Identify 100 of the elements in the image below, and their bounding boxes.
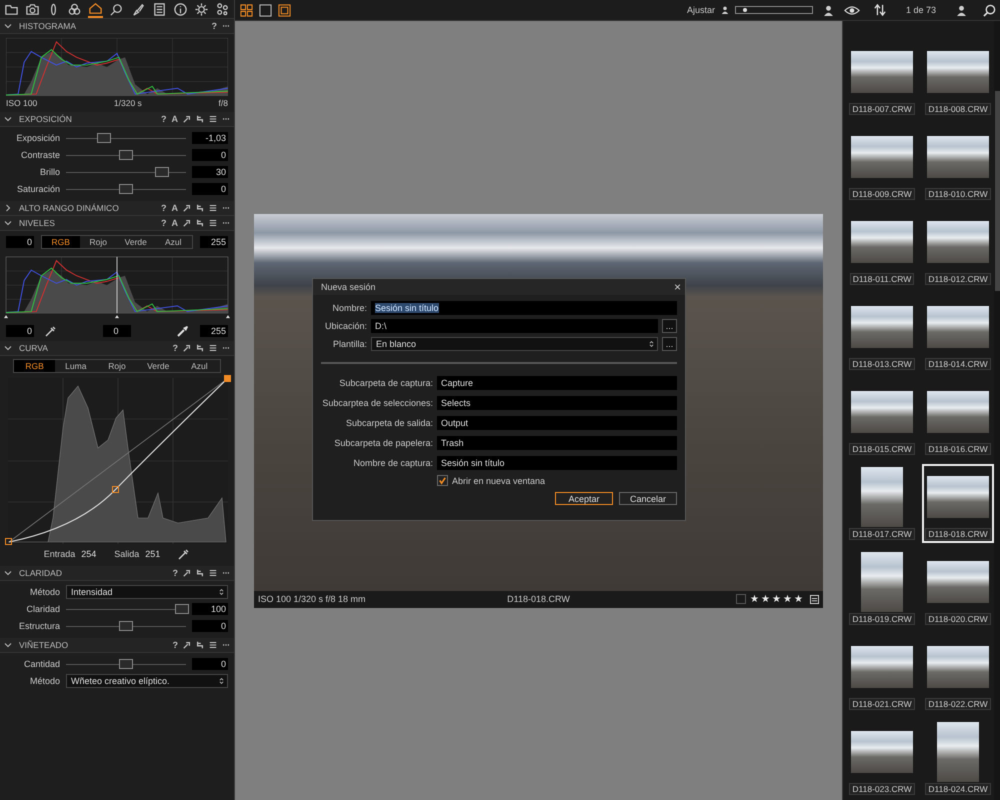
panel-title[interactable]: VIÑETEADO	[19, 640, 172, 650]
thumbnail-cell[interactable]: D118-009.CRW	[846, 124, 918, 203]
template-dropdown[interactable]: En blanco	[371, 337, 658, 351]
value-field[interactable]: 0	[6, 236, 34, 248]
nodes-icon[interactable]	[214, 2, 230, 16]
info-icon[interactable]	[172, 2, 188, 16]
chevron-down-icon[interactable]	[4, 641, 12, 649]
value-field[interactable]: 0	[192, 183, 228, 195]
grid-view-icon[interactable]	[240, 4, 253, 16]
sort-icon[interactable]	[874, 4, 886, 16]
gear-icon[interactable]	[194, 2, 209, 16]
thumbnail-cell[interactable]: D118-010.CRW	[922, 124, 994, 203]
checkbox[interactable]	[437, 475, 448, 486]
thumbnail-cell[interactable]: D118-014.CRW	[922, 294, 994, 373]
person-icon[interactable]	[956, 4, 967, 16]
eye-icon[interactable]	[844, 4, 860, 16]
thumbnail-cell[interactable]: D118-021.CRW	[846, 634, 918, 713]
help-icon[interactable]: ?	[172, 640, 178, 650]
zoom-label[interactable]: Ajustar	[686, 5, 715, 15]
single-view-icon[interactable]	[259, 4, 272, 16]
thumbnail-cell[interactable]: D118-017.CRW	[846, 464, 918, 543]
thumbnail-cell[interactable]: D118-015.CRW	[846, 379, 918, 458]
dropdown[interactable]: Wñeteo creativo elíptico.	[66, 674, 228, 688]
arrow-icon[interactable]	[183, 204, 191, 212]
help-icon[interactable]: ?	[172, 343, 178, 353]
curve-point[interactable]	[112, 486, 119, 493]
value-field[interactable]: 0	[103, 325, 131, 337]
thumbnail-cell[interactable]: D118-020.CRW	[922, 549, 994, 628]
dialog-button[interactable]: Aceptar	[555, 492, 613, 505]
reset-icon[interactable]	[196, 219, 204, 227]
arrow-icon[interactable]	[183, 641, 191, 649]
search-icon[interactable]	[109, 2, 124, 16]
eyedropper-icon[interactable]	[45, 325, 57, 337]
help-icon[interactable]: ?	[161, 218, 166, 228]
value-field[interactable]: -1,03	[192, 132, 228, 144]
thumbnail-cell[interactable]: D118-018.CRW	[922, 464, 994, 543]
arrow-icon[interactable]	[183, 344, 191, 352]
browse-button[interactable]: ...	[662, 337, 677, 351]
chevron-down-icon[interactable]	[4, 344, 12, 352]
value-field[interactable]: 30	[192, 166, 228, 178]
filmstrip-view-icon[interactable]	[278, 4, 291, 16]
star-icon[interactable]: ★	[772, 593, 781, 605]
panel-title[interactable]: HISTOGRAMA	[19, 21, 212, 31]
value-field[interactable]: 0	[192, 149, 228, 161]
arrow-icon[interactable]	[183, 569, 191, 577]
reset-icon[interactable]	[196, 641, 204, 649]
menu-icon[interactable]	[209, 115, 217, 123]
reset-icon[interactable]	[196, 344, 204, 352]
arrow-icon[interactable]	[183, 219, 191, 227]
camera-icon[interactable]	[25, 2, 40, 16]
chevron-down-icon[interactable]	[4, 22, 12, 30]
menu-icon[interactable]	[209, 219, 217, 227]
reset-icon[interactable]	[196, 115, 204, 123]
menu-icon[interactable]	[209, 641, 217, 649]
reset-icon[interactable]	[196, 204, 204, 212]
value-field[interactable]: 100	[192, 603, 228, 615]
checkbox-label[interactable]: Abrir en nueva ventana	[452, 476, 546, 486]
panel-title[interactable]: CURVA	[19, 343, 172, 353]
help-icon[interactable]: A	[172, 114, 178, 124]
info-panel-icon[interactable]	[810, 594, 819, 604]
help-icon[interactable]: ?	[161, 203, 166, 213]
folder-field[interactable]: Sesión sin título	[437, 456, 677, 470]
thumbnail-cell[interactable]: D118-012.CRW	[922, 209, 994, 288]
browse-button[interactable]: ...	[662, 319, 677, 333]
name-field[interactable]: Sesión sin título	[371, 301, 677, 315]
brush-icon[interactable]	[130, 2, 146, 16]
panel-title[interactable]: EXPOSICIÓN	[19, 114, 161, 124]
value-field[interactable]: 0	[6, 325, 34, 337]
thumbnail-cell[interactable]: D118-016.CRW	[922, 379, 994, 458]
panel-title[interactable]: CLARIDAD	[19, 568, 172, 578]
thumbnail-cell[interactable]: D118-022.CRW	[922, 634, 994, 713]
help-icon[interactable]: A	[172, 218, 178, 228]
value-field[interactable]: 255	[200, 236, 228, 248]
thumbnail-cell[interactable]: D118-013.CRW	[846, 294, 918, 373]
arrow-icon[interactable]	[183, 115, 191, 123]
star-icon[interactable]: ★	[794, 593, 803, 605]
chevron-down-icon[interactable]	[4, 219, 12, 227]
chevron-down-icon[interactable]	[4, 569, 12, 577]
list-icon[interactable]	[152, 2, 167, 16]
thumbnail-cell[interactable]: D118-008.CRW	[922, 39, 994, 118]
level-handle[interactable]	[226, 315, 230, 318]
close-button[interactable]: ×	[674, 281, 681, 293]
folder-field[interactable]: Selects	[437, 396, 677, 410]
panel-title[interactable]: ALTO RANGO DINÁMICO	[19, 203, 161, 213]
eyedropper-icon[interactable]	[177, 325, 189, 337]
folder-field[interactable]: Trash	[437, 436, 677, 450]
color-tag-checkbox[interactable]	[736, 594, 746, 604]
help-icon[interactable]: A	[172, 203, 178, 213]
dropdown[interactable]: Intensidad	[66, 585, 228, 599]
dialog-button[interactable]: Cancelar	[619, 492, 677, 505]
menu-icon[interactable]	[209, 204, 217, 212]
menu-icon[interactable]	[209, 344, 217, 352]
help-icon[interactable]: ?	[172, 568, 178, 578]
thumbnail-cell[interactable]: D118-019.CRW	[846, 549, 918, 628]
search-icon[interactable]	[983, 4, 996, 16]
star-icon[interactable]: ★	[783, 593, 792, 605]
star-icon[interactable]: ★	[750, 593, 759, 605]
chevron-right-icon[interactable]	[4, 204, 12, 212]
eyedropper-icon[interactable]	[178, 548, 190, 560]
star-icon[interactable]: ★	[761, 593, 770, 605]
